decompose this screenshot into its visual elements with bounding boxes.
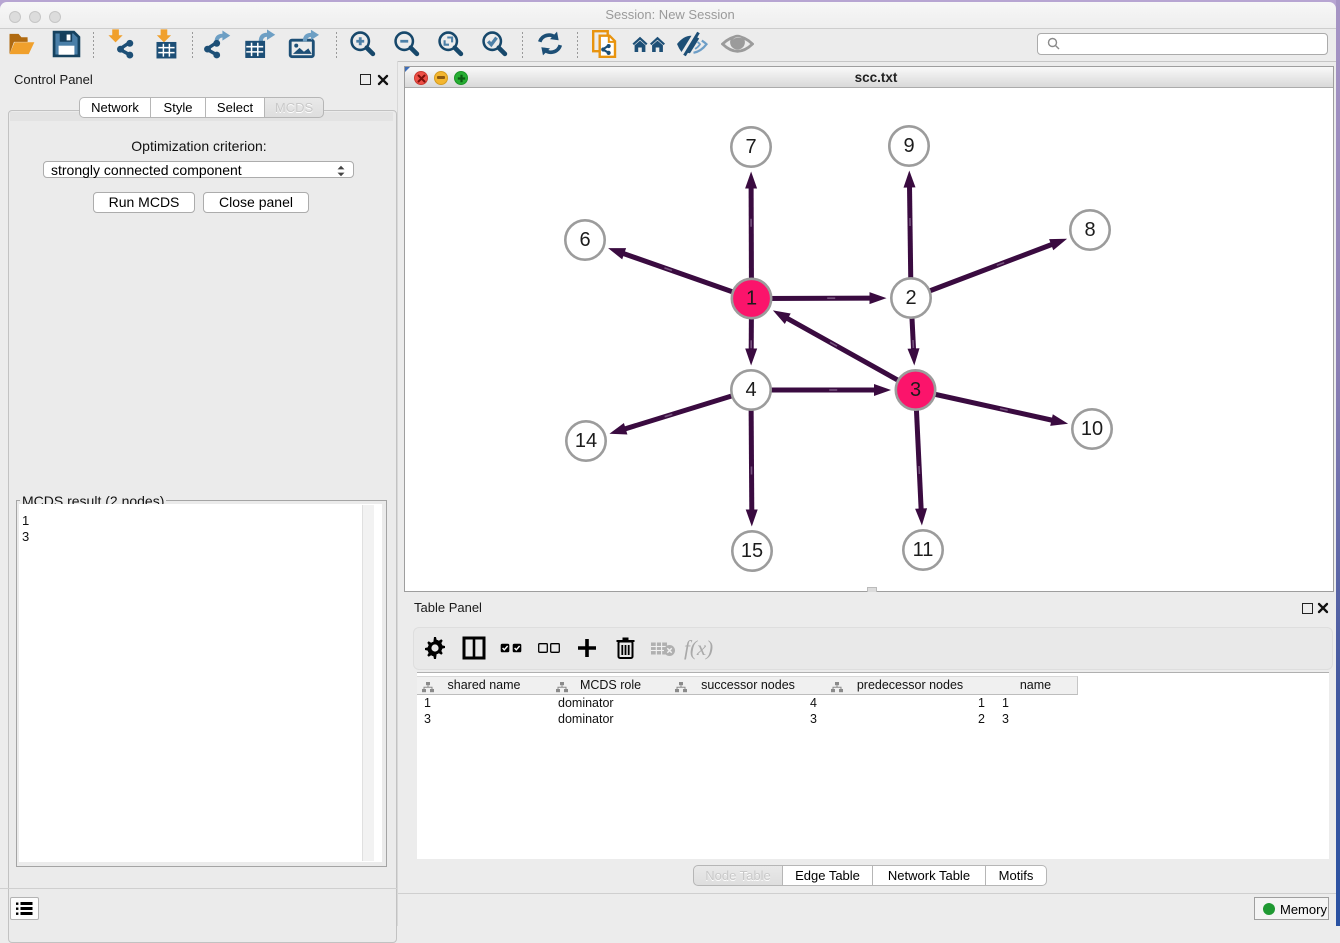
svg-text:9: 9: [903, 135, 914, 157]
svg-text:15: 15: [741, 540, 763, 562]
svg-text:4: 4: [745, 379, 756, 401]
svg-text:14: 14: [575, 430, 597, 452]
svg-text:3: 3: [910, 379, 921, 401]
svg-text:8: 8: [1084, 219, 1095, 241]
svg-text:2: 2: [905, 287, 916, 309]
svg-text:7: 7: [745, 136, 756, 158]
svg-text:6: 6: [579, 229, 590, 251]
svg-text:1: 1: [746, 288, 757, 310]
svg-text:10: 10: [1081, 418, 1103, 440]
svg-text:11: 11: [913, 539, 934, 561]
